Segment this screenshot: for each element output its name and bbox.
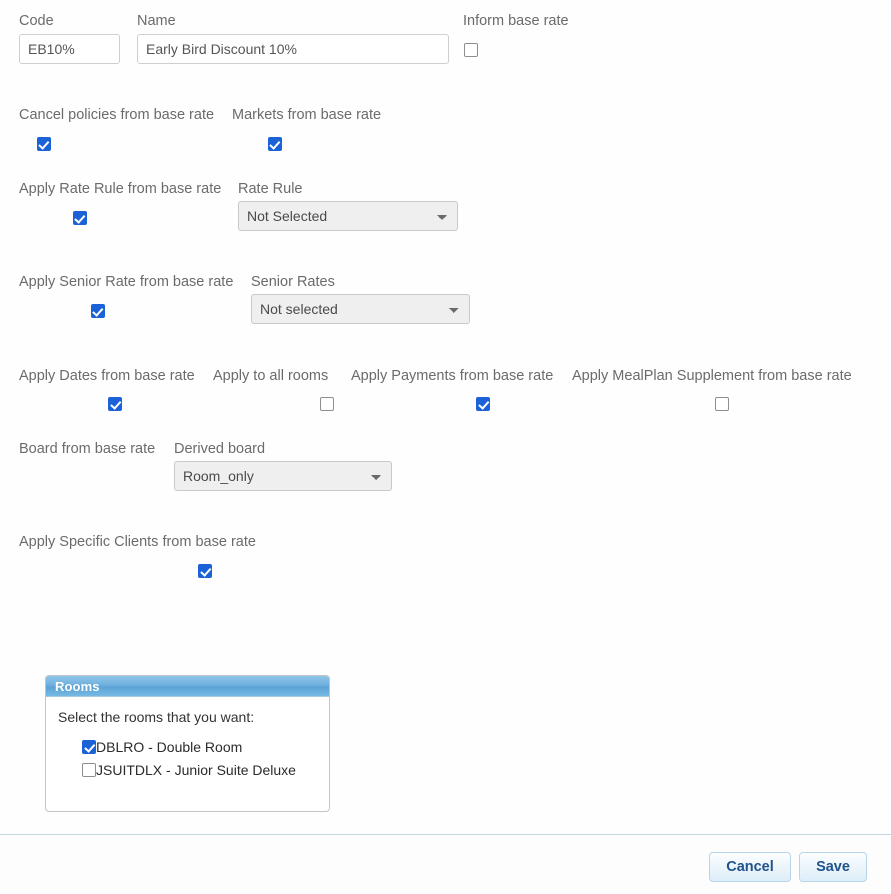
list-item[interactable]: JSUITDLX - Junior Suite Deluxe — [82, 762, 329, 778]
rooms-panel-body: Select the rooms that you want: DBLRO - … — [46, 697, 329, 778]
name-input[interactable] — [137, 34, 449, 64]
apply-payments-label: Apply Payments from base rate — [351, 368, 554, 384]
board-from-base-rate-label: Board from base rate — [19, 441, 156, 457]
derived-board-select[interactable]: Room_only — [174, 461, 392, 491]
markets-label: Markets from base rate — [232, 107, 382, 123]
apply-senior-rate-checkbox[interactable] — [90, 304, 105, 319]
senior-rates-select[interactable]: Not selected — [251, 294, 470, 324]
room-label-dblro: DBLRO - Double Room — [96, 739, 243, 755]
apply-all-rooms-label: Apply to all rooms — [213, 368, 329, 384]
apply-payments-checkbox[interactable] — [476, 397, 491, 412]
room-checkbox-jsuitdlx[interactable] — [82, 763, 96, 777]
inform-base-rate-label: Inform base rate — [463, 13, 569, 29]
footer-bar: Cancel Save — [0, 835, 891, 894]
rooms-panel: Rooms Select the rooms that you want: DB… — [45, 675, 330, 812]
code-label: Code — [19, 13, 54, 29]
rate-rule-select[interactable]: Not Selected — [238, 201, 458, 231]
code-input[interactable] — [19, 34, 120, 64]
save-button[interactable]: Save — [799, 852, 867, 882]
apply-specific-clients-label: Apply Specific Clients from base rate — [19, 534, 256, 550]
apply-dates-label: Apply Dates from base rate — [19, 368, 195, 384]
cancel-policies-checkbox[interactable] — [36, 137, 51, 152]
room-label-jsuitdlx: JSUITDLX - Junior Suite Deluxe — [96, 762, 296, 778]
rate-rule-label: Rate Rule — [238, 181, 303, 197]
rate-form: Code Name Inform base rate Cancel polici… — [0, 0, 891, 579]
list-item[interactable]: DBLRO - Double Room — [82, 739, 329, 755]
apply-specific-clients-checkbox[interactable] — [197, 564, 212, 579]
apply-all-rooms-checkbox[interactable] — [320, 397, 335, 412]
apply-rate-rule-checkbox[interactable] — [72, 211, 87, 226]
apply-mealplan-checkbox[interactable] — [715, 397, 730, 412]
senior-rates-label: Senior Rates — [251, 274, 335, 290]
room-checkbox-dblro[interactable] — [82, 740, 96, 754]
inform-base-rate-checkbox[interactable] — [464, 43, 478, 58]
apply-mealplan-label: Apply MealPlan Supplement from base rate — [572, 368, 852, 384]
apply-rate-rule-label: Apply Rate Rule from base rate — [19, 181, 222, 197]
derived-board-label: Derived board — [174, 441, 266, 457]
apply-senior-rate-label: Apply Senior Rate from base rate — [19, 274, 234, 290]
cancel-button[interactable]: Cancel — [709, 852, 791, 882]
rooms-panel-title: Rooms — [46, 676, 329, 697]
apply-dates-checkbox[interactable] — [108, 397, 123, 412]
name-label: Name — [137, 13, 176, 29]
rooms-intro-text: Select the rooms that you want: — [58, 709, 255, 725]
cancel-policies-label: Cancel policies from base rate — [19, 107, 215, 123]
markets-checkbox[interactable] — [267, 137, 282, 152]
